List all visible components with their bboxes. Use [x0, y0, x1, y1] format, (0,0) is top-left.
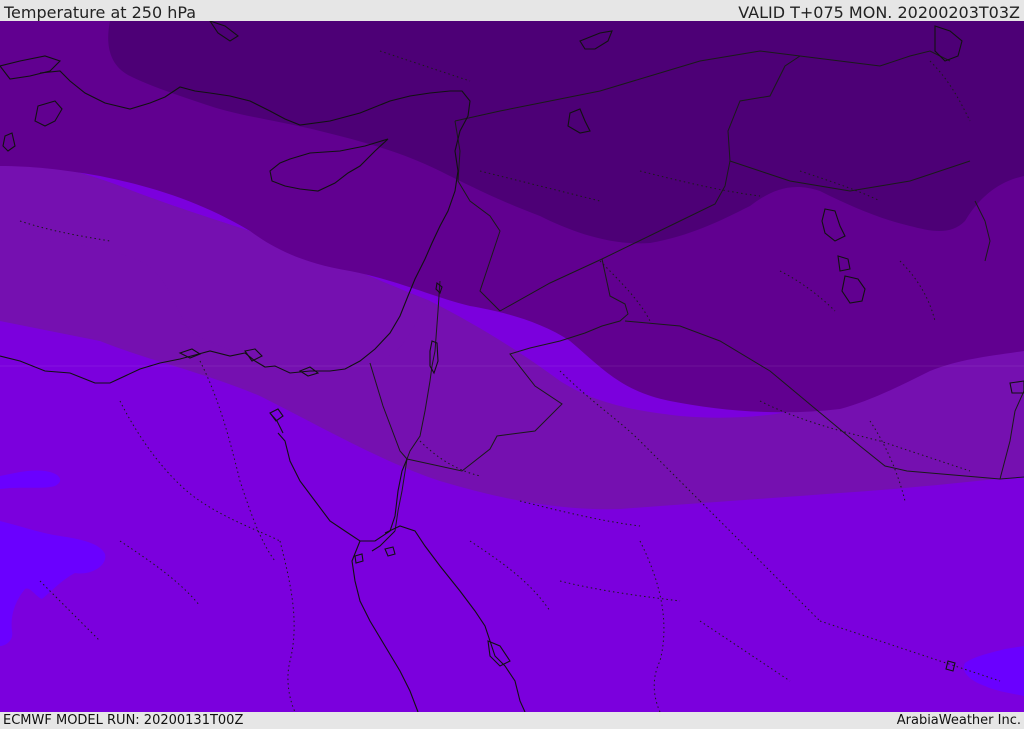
- map-title: Temperature at 250 hPa: [4, 3, 197, 22]
- header-bar: Temperature at 250 hPa VALID T+075 MON. …: [0, 0, 1024, 22]
- map-viewer: Temperature at 250 hPa VALID T+075 MON. …: [0, 0, 1024, 729]
- valid-time: VALID T+075 MON. 20200203T03Z: [738, 3, 1020, 22]
- map-canvas[interactable]: [0, 21, 1024, 712]
- credit-label: ArabiaWeather Inc.: [896, 713, 1021, 728]
- model-run-label: ECMWF MODEL RUN: 20200131T00Z: [3, 713, 244, 728]
- temperature-map[interactable]: [0, 21, 1024, 712]
- footer-bar: ECMWF MODEL RUN: 20200131T00Z ArabiaWeat…: [0, 712, 1024, 729]
